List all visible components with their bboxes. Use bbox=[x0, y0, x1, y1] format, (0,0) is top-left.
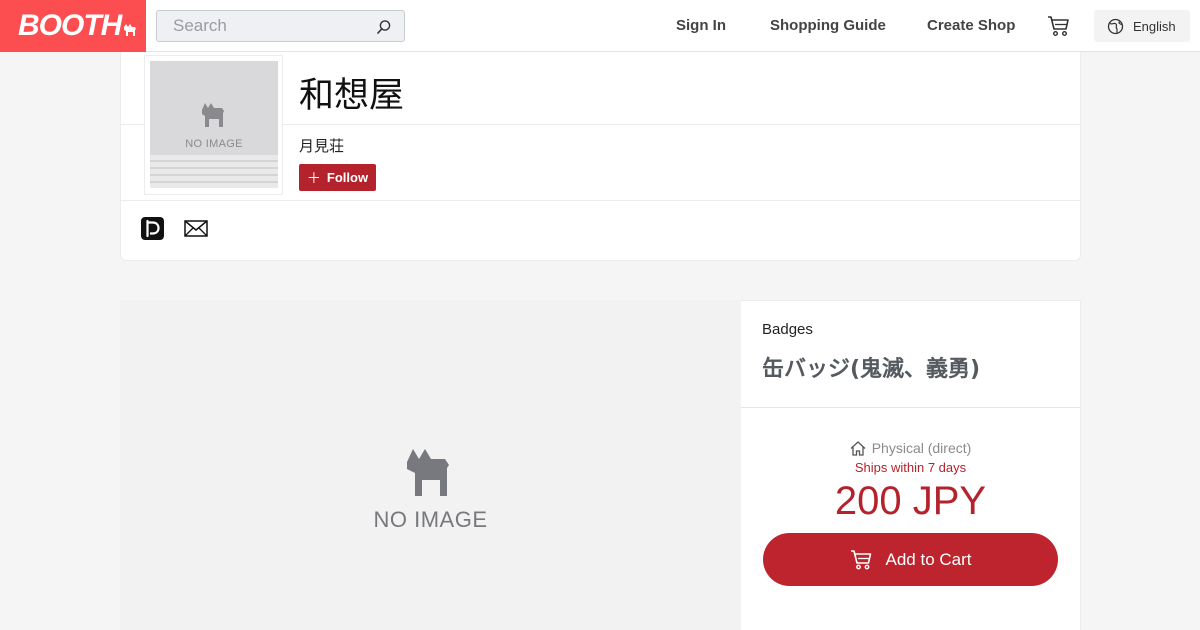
follow-label: Follow bbox=[326, 170, 369, 185]
camel-icon bbox=[202, 103, 224, 127]
add-to-cart-label: Add to Cart bbox=[885, 549, 972, 569]
camel-logo-icon bbox=[124, 24, 137, 36]
booth-logo[interactable]: BOOTH bbox=[0, 0, 146, 52]
mail-icon[interactable] bbox=[184, 220, 208, 237]
pixiv-icon[interactable] bbox=[141, 217, 164, 240]
shipping-type: Physical (direct) bbox=[741, 440, 1080, 456]
shipping-type-label: Physical (direct) bbox=[871, 440, 972, 456]
shop-thumbnail[interactable]: NO IMAGE bbox=[144, 55, 283, 195]
no-image-text: NO IMAGE bbox=[185, 138, 243, 150]
sign-in-link[interactable]: Sign In bbox=[676, 17, 726, 34]
no-image-text: NO IMAGE bbox=[373, 507, 488, 532]
search-box[interactable] bbox=[156, 10, 405, 42]
language-label: English bbox=[1133, 18, 1176, 34]
divider bbox=[741, 407, 1080, 408]
thumbnail-stripes bbox=[150, 155, 278, 188]
item-image[interactable]: NO IMAGE bbox=[120, 300, 741, 630]
plus-icon: ＋ bbox=[306, 169, 321, 186]
camel-icon bbox=[406, 449, 449, 496]
create-shop-link[interactable]: Create Shop bbox=[927, 17, 1015, 34]
shop-owner-name[interactable]: 月見荘 bbox=[299, 135, 344, 156]
shop-card: NO IMAGE 和想屋 月見荘 ＋ Follow bbox=[120, 52, 1081, 261]
no-image-graphic: NO IMAGE bbox=[150, 101, 278, 150]
search-icon[interactable] bbox=[376, 19, 392, 35]
item-price: 200 JPY bbox=[834, 479, 987, 523]
language-selector[interactable]: English bbox=[1094, 10, 1190, 42]
shop-name[interactable]: 和想屋 bbox=[299, 67, 404, 118]
item-title: 缶バッジ(鬼滅、義勇) bbox=[762, 357, 981, 382]
globe-icon bbox=[1107, 18, 1124, 34]
item-category[interactable]: Badges bbox=[762, 321, 813, 338]
no-image-graphic: NO IMAGE bbox=[120, 448, 741, 533]
divider bbox=[121, 200, 1080, 201]
follow-button[interactable]: ＋ Follow bbox=[299, 164, 376, 191]
cart-icon bbox=[850, 549, 874, 571]
item-details-panel: Badges 缶バッジ(鬼滅、義勇) Physical (direct) Shi… bbox=[741, 300, 1081, 630]
logo-text: BOOTH bbox=[18, 9, 122, 42]
no-image-placeholder: NO IMAGE bbox=[150, 61, 278, 188]
site-header: BOOTH Sign In Shopping Guide Create Shop… bbox=[0, 0, 1200, 52]
shopping-guide-link[interactable]: Shopping Guide bbox=[770, 17, 886, 34]
search-input[interactable] bbox=[173, 16, 363, 36]
add-to-cart-button[interactable]: Add to Cart bbox=[763, 533, 1058, 586]
cart-icon[interactable] bbox=[1046, 14, 1072, 38]
shipping-time: Ships within 7 days bbox=[854, 460, 967, 475]
home-icon bbox=[850, 440, 866, 456]
